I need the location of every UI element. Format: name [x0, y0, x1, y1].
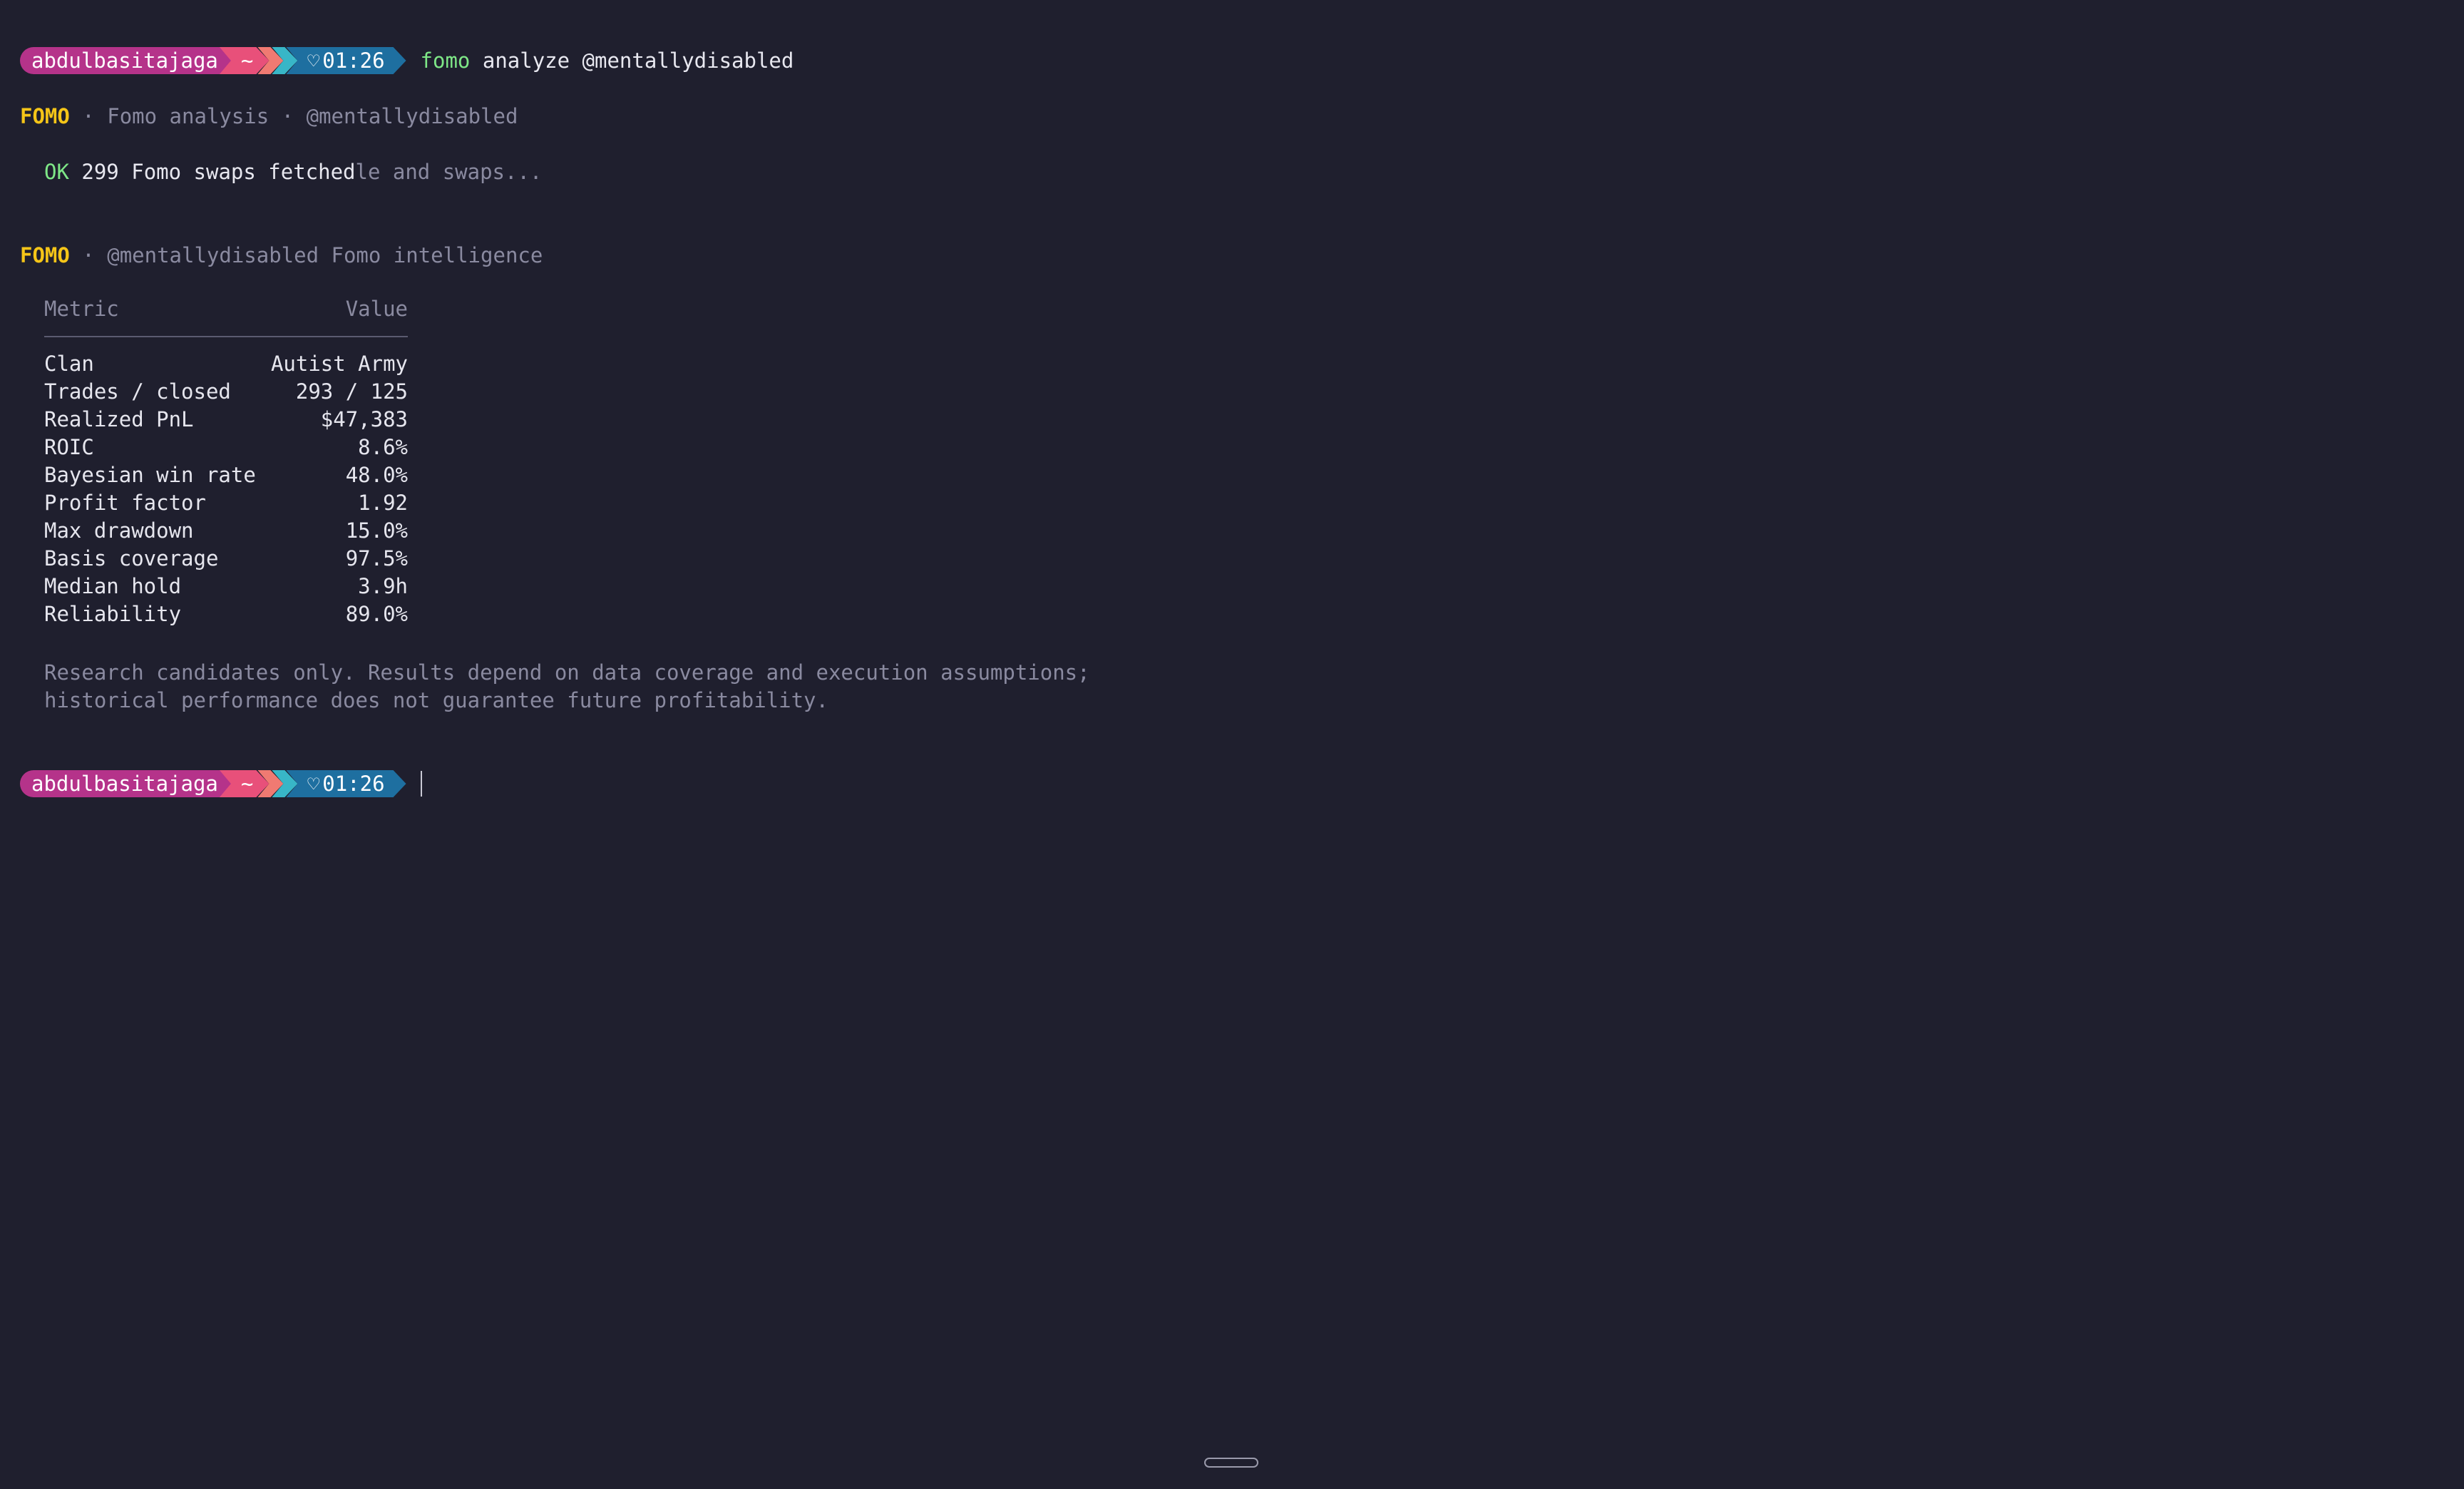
table-row: Median hold 3.9h: [44, 573, 408, 600]
metric-label: Trades / closed: [44, 379, 231, 404]
text-cursor[interactable]: [420, 771, 422, 797]
table-row: Max drawdown 15.0%: [44, 517, 408, 545]
table-row: Realized PnL $47,383: [44, 406, 408, 434]
metric-label: Max drawdown: [44, 518, 194, 543]
prompt-user-segment: abdulbasitajaga: [20, 47, 231, 74]
separator: ·: [69, 243, 108, 267]
table-row: Bayesian win rate 48.0%: [44, 461, 408, 489]
table-row: Reliability 89.0%: [44, 600, 408, 628]
brand-label: FOMO: [20, 104, 70, 128]
prompt-user: abdulbasitajaga: [31, 48, 218, 73]
table-header: Metric Value: [44, 295, 408, 323]
status-message: 299 Fomo swaps fetched: [81, 160, 356, 184]
header-title: Fomo analysis: [107, 104, 270, 128]
metric-label: Bayesian win rate: [44, 463, 256, 487]
command-name: fomo: [420, 48, 471, 73]
intelligence-header: FOMO · @mentallydisabled Fomo intelligen…: [20, 242, 543, 270]
brand-label: FOMO: [20, 243, 70, 267]
metric-label: Clan: [44, 352, 94, 376]
table-row: Trades / closed 293 / 125: [44, 378, 408, 406]
metric-value: 3.9h: [358, 574, 408, 598]
metric-value: Autist Army: [270, 352, 408, 376]
prompt-time-segment: ♡ 01:26: [286, 47, 406, 74]
metric-label: Basis coverage: [44, 546, 219, 570]
metrics-table: Metric Value Clan Autist Army Trades / cl…: [44, 295, 408, 628]
disclaimer-line-1: Research candidates only. Results depend…: [44, 660, 1090, 685]
metric-label: Reliability: [44, 602, 182, 626]
heart-outline-icon: ♡: [307, 772, 320, 796]
prompt-line-1: abdulbasitajaga ~ ♡ 01:26 fomo analyze @…: [20, 47, 794, 74]
status-line: OK 299 Fomo swaps fetchedle and swaps...: [44, 158, 542, 186]
metric-value: 8.6%: [358, 435, 408, 459]
prompt-time-segment: ♡ 01:26: [286, 770, 406, 797]
metric-value: 15.0%: [345, 518, 408, 543]
heart-outline-icon: ♡: [307, 48, 320, 73]
prompt-line-2[interactable]: abdulbasitajaga ~ ♡ 01:26: [20, 770, 422, 797]
prompt-user-segment: abdulbasitajaga: [20, 770, 231, 797]
metric-value: 89.0%: [345, 602, 408, 626]
command-args: analyze @mentallydisabled: [482, 48, 794, 73]
header-title: @mentallydisabled Fomo intelligence: [107, 243, 543, 267]
status-residual: le and swaps...: [355, 160, 543, 184]
header-handle: @mentallydisabled: [306, 104, 518, 128]
metric-value: 48.0%: [345, 463, 408, 487]
metric-value: $47,383: [320, 407, 408, 431]
metric-value: 293 / 125: [295, 379, 408, 404]
metric-label: Profit factor: [44, 491, 206, 515]
metric-label: Median hold: [44, 574, 182, 598]
separator: ·: [269, 104, 307, 128]
table-row: Clan Autist Army: [44, 350, 408, 378]
ok-badge: OK: [44, 160, 69, 184]
table-divider: [44, 336, 408, 337]
prompt-dir: ~: [240, 48, 254, 73]
metric-label: ROIC: [44, 435, 94, 459]
disclaimer-line-2: historical performance does not guarante…: [44, 688, 828, 712]
prompt-time: 01:26: [322, 772, 385, 796]
prompt-dir: ~: [240, 772, 254, 796]
metric-value: 97.5%: [345, 546, 408, 570]
prompt-time: 01:26: [322, 48, 385, 73]
separator: ·: [69, 104, 108, 128]
metric-value: 1.92: [358, 491, 408, 515]
command-line: fomo analyze @mentallydisabled: [421, 48, 794, 73]
table-row: Profit factor 1.92: [44, 489, 408, 517]
column-header-metric: Metric: [44, 297, 119, 321]
prompt-user: abdulbasitajaga: [31, 772, 218, 796]
column-header-value: Value: [345, 297, 408, 321]
metric-label: Realized PnL: [44, 407, 194, 431]
table-row: Basis coverage 97.5%: [44, 545, 408, 573]
window-resize-handle[interactable]: [1204, 1458, 1258, 1468]
table-row: ROIC 8.6%: [44, 434, 408, 461]
analysis-header: FOMO · Fomo analysis · @mentallydisabled: [20, 103, 518, 131]
